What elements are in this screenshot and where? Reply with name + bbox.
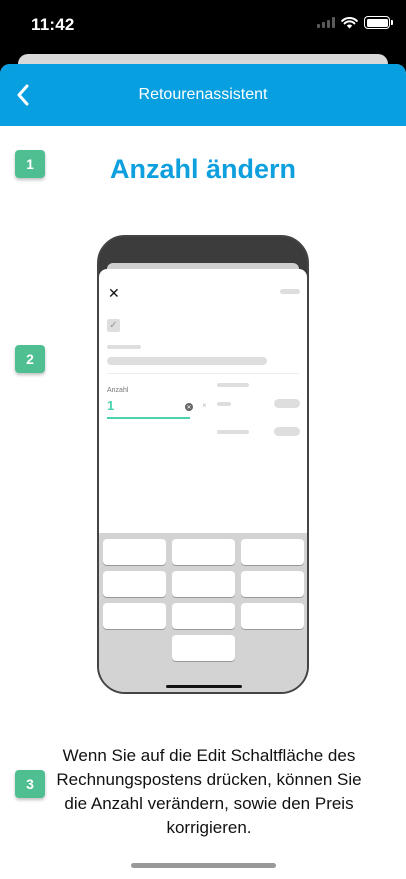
- quantity-value: 1: [107, 398, 115, 413]
- instruction-text: Wenn Sie auf die Edit Schaltfläche des R…: [56, 746, 362, 837]
- wifi-icon: [341, 16, 358, 28]
- checkbox-icon: ✓: [107, 319, 120, 332]
- keyboard-key: [172, 635, 235, 661]
- nav-title: Retourenassistent: [138, 86, 268, 103]
- status-time: 11:42: [31, 15, 75, 34]
- status-bar: 11:42: [0, 0, 406, 50]
- navigation-bar: Retourenassistent: [0, 64, 406, 126]
- placeholder-bar: [217, 383, 249, 387]
- modal-sheet: Retourenassistent 1 Anzahl ändern 2 ✕ ✓ …: [0, 64, 406, 879]
- close-icon: ✕: [108, 285, 120, 301]
- status-icons: [317, 16, 393, 29]
- placeholder-bar: [274, 399, 300, 408]
- page-title: Anzahl ändern: [109, 154, 297, 184]
- placeholder-bar: [107, 357, 267, 365]
- placeholder-bar: [107, 345, 141, 349]
- keyboard-key: [172, 539, 235, 565]
- keyboard-key: [241, 539, 304, 565]
- keyboard-key: [241, 603, 304, 629]
- phone-illustration: ✕ ✓ Anzahl 1 ✕ ×: [97, 235, 309, 694]
- keyboard-key: [241, 571, 304, 597]
- placeholder-bar: [274, 427, 300, 436]
- keyboard-key: [103, 539, 166, 565]
- placeholder-bar: [217, 430, 249, 434]
- keyboard-key: [103, 571, 166, 597]
- placeholder-bar: [217, 402, 231, 406]
- illustration-modal: ✕ ✓ Anzahl 1 ✕ ×: [99, 269, 307, 692]
- step-badge-3: 3: [15, 770, 45, 798]
- keyboard-key: [172, 571, 235, 597]
- quantity-underline: [107, 417, 190, 419]
- step-badge-2: 2: [15, 345, 45, 373]
- home-indicator: [131, 863, 276, 868]
- keyboard-key: [103, 603, 166, 629]
- cellular-signal-icon: [317, 17, 335, 28]
- quantity-label: Anzahl: [107, 387, 129, 394]
- keyboard-key: [172, 603, 235, 629]
- clear-icon: ✕: [185, 403, 193, 411]
- divider: [107, 373, 299, 374]
- battery-icon: [364, 16, 393, 29]
- multiply-icon: ×: [202, 401, 207, 410]
- illustration-home-bar: [166, 685, 242, 688]
- placeholder-bar: [280, 289, 300, 294]
- illustration-keyboard: [99, 533, 307, 692]
